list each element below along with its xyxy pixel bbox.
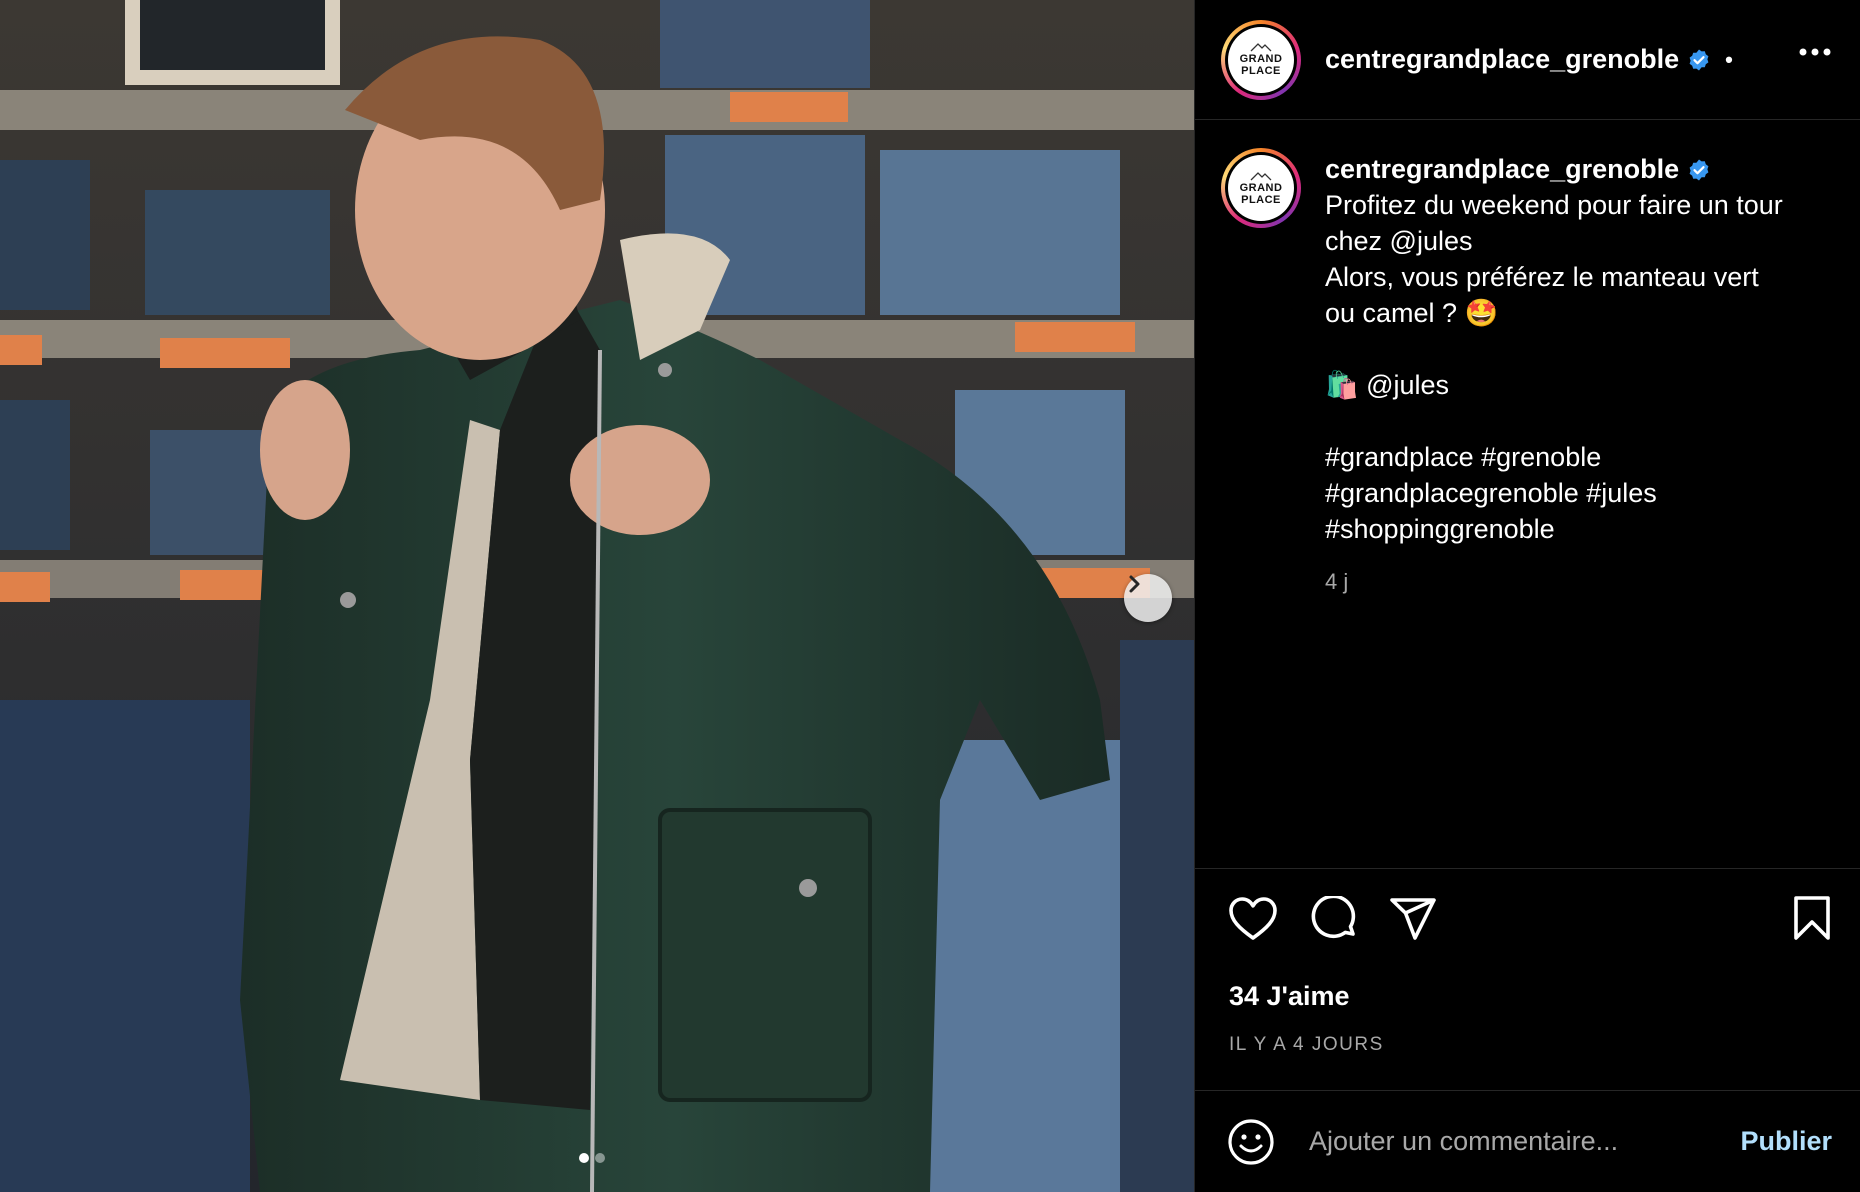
photo-jacket-model (0, 0, 1194, 1192)
grand-place-logo: GRAND PLACE (1228, 26, 1294, 93)
caption-text: Profitez du weekend pour faire un tour c… (1325, 190, 1783, 544)
comment-input[interactable] (1307, 1125, 1711, 1158)
verified-badge-icon (1687, 158, 1711, 182)
post-header: GRAND PLACE centregrandplace_grenoble • (1195, 0, 1860, 120)
grand-place-logo: GRAND PLACE (1228, 155, 1294, 221)
caption-timestamp[interactable]: 4 j (1325, 569, 1795, 595)
comment-bar: Publier (1195, 1090, 1860, 1192)
carousel-next-button[interactable] (1124, 574, 1172, 622)
smiley-icon[interactable] (1227, 1118, 1275, 1166)
publish-button[interactable]: Publier (1740, 1126, 1832, 1157)
post-photo[interactable] (0, 0, 1194, 1192)
likes-count[interactable]: 34 J'aime (1229, 981, 1860, 1012)
profile-avatar[interactable]: GRAND PLACE (1221, 19, 1301, 100)
post-actions-section: 34 J'aime IL Y A 4 JOURS (1195, 868, 1860, 1056)
more-options-icon[interactable] (1798, 44, 1832, 62)
post-date[interactable]: IL Y A 4 JOURS (1229, 1034, 1860, 1056)
verified-badge-icon (1687, 48, 1711, 72)
heart-icon[interactable] (1229, 897, 1277, 941)
bookmark-icon[interactable] (1792, 895, 1832, 946)
action-bar (1195, 869, 1860, 943)
header-separator: • (1725, 46, 1733, 72)
carousel-dot (579, 1153, 589, 1163)
carousel-dot (595, 1153, 605, 1163)
caption-avatar[interactable]: GRAND PLACE (1221, 148, 1301, 228)
caption-username[interactable]: centregrandplace_grenoble (1325, 154, 1679, 185)
header-username[interactable]: centregrandplace_grenoble (1325, 44, 1679, 75)
comment-bubble-icon[interactable] (1309, 896, 1357, 942)
post-caption: GRAND PLACE centregrandplace_grenoble Pr… (1221, 148, 1795, 595)
post-side-panel: GRAND PLACE centregrandplace_grenoble • … (1194, 0, 1860, 1192)
carousel-indicators (579, 1153, 605, 1163)
paper-plane-icon[interactable] (1389, 897, 1437, 941)
